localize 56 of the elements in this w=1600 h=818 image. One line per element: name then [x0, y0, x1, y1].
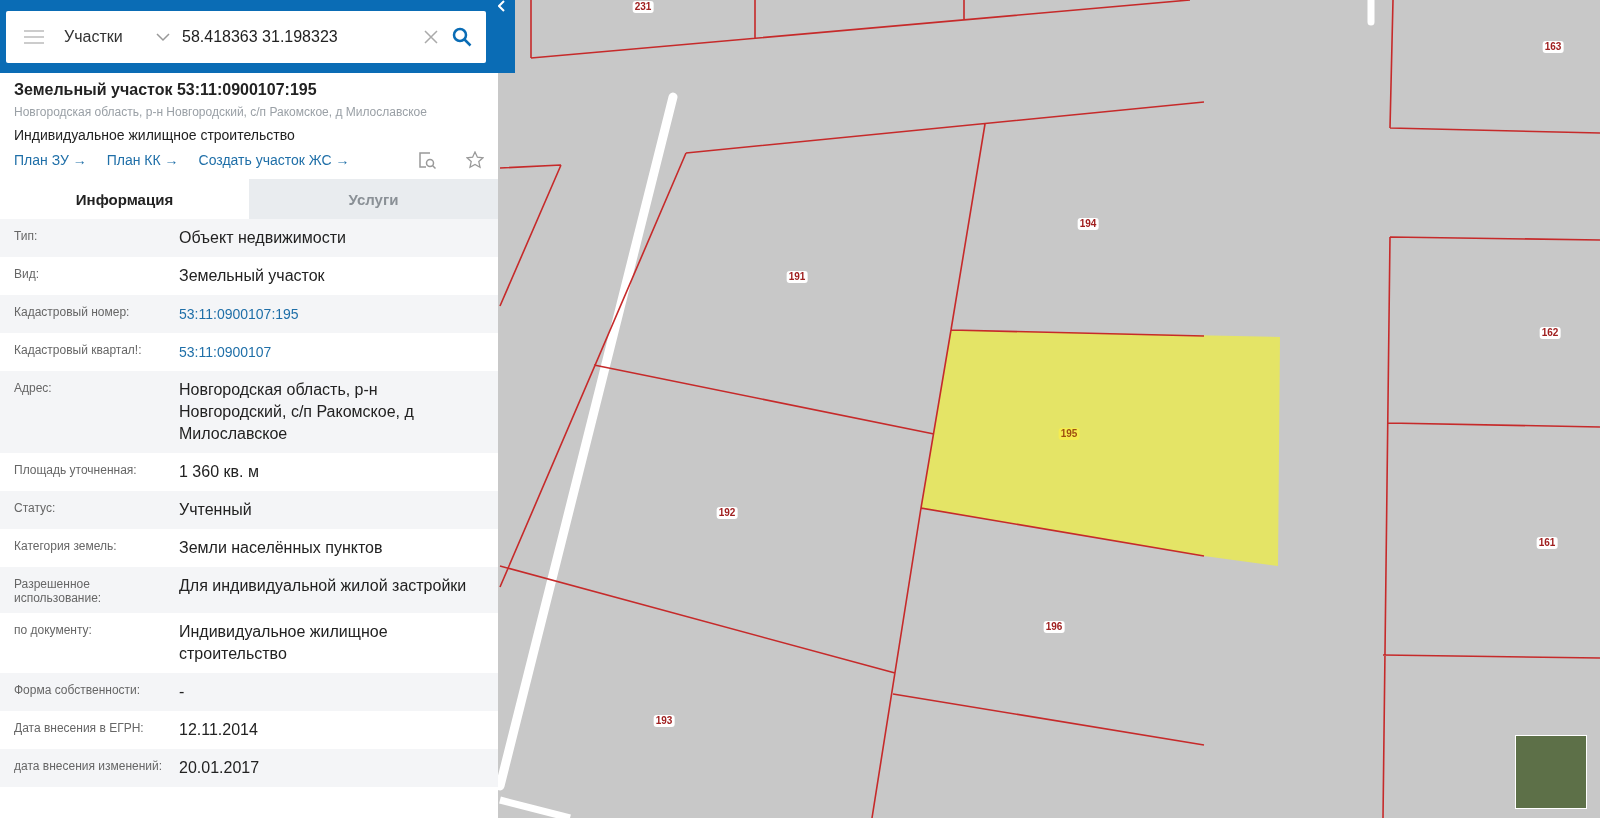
- search-icon[interactable]: [452, 26, 472, 47]
- field-label: Кадастровый квартал!:: [14, 342, 143, 359]
- field-value: Для индивидуальной жилой застройки: [179, 576, 468, 596]
- satellite-layer-thumbnail[interactable]: [1515, 735, 1587, 809]
- parcel-number[interactable]: 195: [1058, 428, 1080, 440]
- chevron-left-icon: [498, 0, 506, 12]
- field-value: 20.01.2017: [179, 758, 261, 778]
- parcel-number[interactable]: 162: [1539, 327, 1561, 339]
- field-value: Индивидуальное жилищное строительство: [179, 622, 389, 664]
- parcel-number[interactable]: 191: [786, 271, 808, 283]
- field-label: по документу:: [14, 622, 93, 639]
- field-link[interactable]: 53:11:0900107: [179, 341, 282, 363]
- field-value: 1 360 кв. м: [179, 462, 260, 482]
- plan-link[interactable]: Создать участок ЖС →: [198, 152, 350, 168]
- field-value: Учтенный: [179, 500, 253, 520]
- search-field[interactable]: 58.418363 31.198323: [182, 27, 424, 46]
- object-purpose: Индивидуальное жилищное строительство: [14, 127, 296, 143]
- field-value: Новгородская область, р-н Новгородский, с/п Ракомское, д Милославское: [179, 380, 415, 444]
- field-label: Категория земель:: [14, 538, 118, 555]
- road: [1367, 0, 1375, 26]
- field-value: -: [179, 682, 186, 702]
- menu-icon[interactable]: [24, 29, 44, 44]
- field-label: Кадастровый номер:: [14, 304, 131, 321]
- field-label: дата внесения изменений:: [14, 758, 164, 775]
- field-label: Статус:: [14, 500, 57, 517]
- parcel-number[interactable]: 231: [632, 1, 654, 13]
- object-title: Земельный участок 53:11:0900107:195: [14, 81, 318, 99]
- field-value: Земельный участок: [179, 266, 326, 286]
- caret-icon[interactable]: [156, 31, 170, 42]
- star-icon[interactable]: [466, 151, 484, 169]
- field-label: Вид:: [14, 266, 41, 283]
- parcel-number[interactable]: 192: [716, 507, 738, 519]
- plan-link[interactable]: План КК →: [106, 152, 179, 168]
- map-background[interactable]: 231 163 194 191 162 195 192 161 196 193: [498, 0, 1600, 818]
- field-label: Разрешенное использование:: [14, 576, 103, 605]
- collapse-panel-button[interactable]: [498, 0, 515, 73]
- field-label: Форма собственности:: [14, 682, 142, 699]
- parcel-number[interactable]: 163: [1542, 41, 1564, 53]
- field-label: Площадь уточненная:: [14, 462, 138, 479]
- parcel-number[interactable]: 193: [653, 715, 675, 727]
- selected-parcel[interactable]: [921, 330, 1280, 566]
- field-link[interactable]: 53:11:0900107:195: [179, 303, 309, 325]
- parcel-number[interactable]: 194: [1077, 218, 1099, 230]
- parcel-number[interactable]: 161: [1536, 537, 1558, 549]
- category-select[interactable]: Участки: [64, 27, 156, 46]
- field-label: Адрес:: [14, 380, 53, 397]
- field-value: Земли населённых пунктов: [179, 538, 384, 558]
- object-address: Новгородская область, р-н Новгородский, с/п Ракомское, д Милославское: [14, 105, 428, 119]
- field-value: Объект недвижимости: [179, 228, 347, 248]
- field-label: Дата внесения в ЕГРН:: [14, 720, 145, 737]
- field-label: Тип:: [14, 228, 39, 245]
- field-value: 12.11.2014: [179, 720, 259, 740]
- parcel-number[interactable]: 196: [1043, 621, 1065, 633]
- document-search-icon[interactable]: [418, 151, 436, 169]
- close-icon[interactable]: [424, 29, 438, 44]
- plan-link[interactable]: План ЗУ →: [14, 152, 87, 168]
